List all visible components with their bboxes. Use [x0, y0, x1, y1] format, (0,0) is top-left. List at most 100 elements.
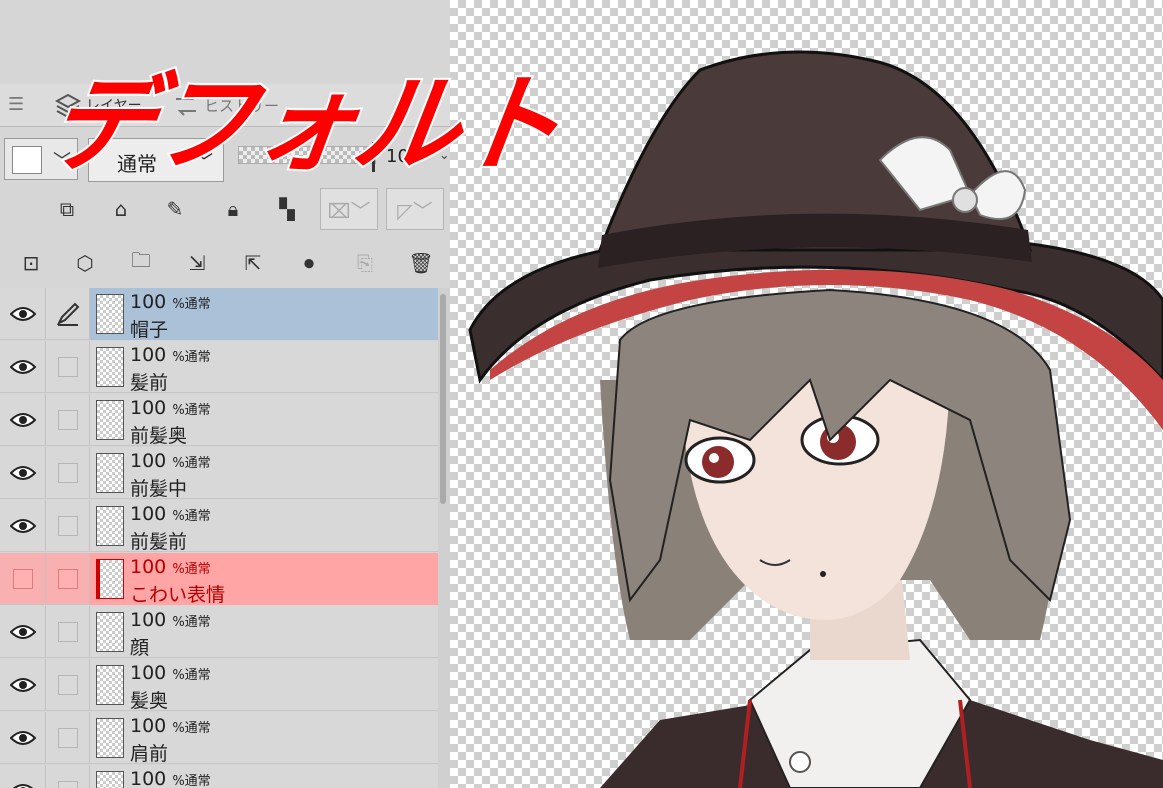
layer-row[interactable]: 100 %通常 [0, 765, 438, 788]
checkbox [57, 516, 78, 536]
layer-info[interactable]: 100 %通常 前髪前 [90, 500, 438, 553]
edit-target-toggle[interactable] [46, 765, 90, 788]
checkbox [57, 728, 78, 748]
edit-target-toggle[interactable] [46, 394, 90, 446]
layer-thumbnail [96, 400, 124, 440]
layer-opacity: 100 [130, 450, 167, 472]
eye-icon [9, 360, 36, 374]
edit-target-toggle[interactable] [46, 553, 90, 605]
layer-row[interactable]: 100 %通常 帽子 [0, 288, 438, 341]
draft-layer-icon[interactable]: ✎ [160, 194, 190, 224]
edit-target-toggle[interactable] [46, 288, 90, 340]
apply-mask-icon[interactable]: ⎘ [350, 248, 380, 278]
transfer-to-lower-layer-icon[interactable]: ⇲ [182, 248, 212, 278]
layer-row[interactable]: 100 %通常 肩前 [0, 712, 438, 765]
layer-opacity: 100 [130, 291, 167, 313]
layer-name: 前髪中 [130, 478, 188, 500]
edit-target-toggle[interactable] [46, 712, 90, 764]
new-vector-layer-icon[interactable]: ⬡ [70, 248, 100, 278]
layer-mode: %通常 [172, 297, 211, 312]
layer-info[interactable]: 100 %通常 前髪中 [90, 447, 438, 500]
layer-opacity: 100 [130, 662, 167, 684]
layer-row[interactable]: 100 %通常 顔 [0, 606, 438, 659]
layer-name: 前髪前 [130, 531, 188, 553]
new-raster-layer-icon[interactable]: ⊡ [16, 248, 46, 278]
layer-row-hidden[interactable]: 100 %通常 こわい表情 [0, 553, 450, 606]
scrollbar-thumb[interactable] [440, 294, 446, 504]
checkbox [57, 781, 78, 788]
layer-opacity: 100 [130, 768, 167, 788]
layer-mask-icon[interactable]: ⏺ [294, 248, 324, 278]
panel-menu-icon[interactable]: ☰ [8, 94, 24, 115]
layer-info[interactable]: 100 %通常 [90, 765, 438, 788]
layer-name: 前髪奥 [130, 425, 188, 447]
layer-mode: %通常 [172, 774, 211, 788]
lock-icon[interactable]: 🔒︎ [218, 194, 248, 224]
new-folder-icon[interactable]: 🗀 [126, 248, 156, 278]
layer-row[interactable]: 100 %通常 前髪中 [0, 447, 438, 500]
ruler-disabled-icon[interactable]: ◸﹀ [386, 188, 444, 230]
overlay-title: デフォルト [38, 61, 569, 188]
layer-row[interactable]: 100 %通常 髪前 [0, 341, 438, 394]
edit-target-toggle[interactable] [46, 341, 90, 393]
eye-icon [12, 784, 33, 788]
visibility-toggle[interactable] [0, 341, 46, 393]
layer-thumbnail [96, 771, 124, 788]
pen-icon [56, 302, 79, 326]
visibility-toggle[interactable] [0, 553, 46, 605]
visibility-toggle[interactable] [0, 712, 46, 764]
lock-transparency-icon[interactable]: ▚ [272, 194, 302, 224]
layer-thumbnail [96, 453, 124, 493]
layer-name: 顔 [130, 637, 150, 659]
delete-layer-icon[interactable]: 🗑︎ [406, 248, 436, 278]
layer-info[interactable]: 100 %通常 顔 [90, 606, 438, 659]
layer-info[interactable]: 100 %通常 髪奥 [90, 659, 438, 712]
visibility-toggle[interactable] [0, 606, 46, 658]
eye-icon [9, 731, 36, 745]
merge-down-icon[interactable]: ⇱ [238, 248, 268, 278]
checkbox [57, 569, 78, 589]
layer-opacity: 100 [130, 344, 167, 366]
layer-list-scrollbar[interactable] [438, 288, 450, 788]
checkbox [57, 410, 78, 430]
layer-mode: %通常 [172, 403, 211, 418]
mask-disabled-icon[interactable]: ⌧﹀ [320, 188, 378, 230]
layer-thumbnail [96, 612, 124, 652]
edit-target-toggle[interactable] [46, 659, 90, 711]
eye-icon [9, 678, 36, 692]
checkbox [57, 463, 78, 483]
layer-row[interactable]: 100 %通常 前髪奥 [0, 394, 438, 447]
layer-opacity: 100 [130, 609, 167, 631]
edit-target-toggle[interactable] [46, 606, 90, 658]
layer-row[interactable]: 100 %通常 髪奥 [0, 659, 438, 712]
layer-color-swatch [12, 146, 42, 174]
visibility-toggle[interactable] [0, 500, 46, 552]
reference-layer-icon[interactable]: ⌂ [106, 194, 136, 224]
layer-thumbnail [96, 665, 124, 705]
layer-info[interactable]: 100 %通常 帽子 [90, 288, 438, 341]
layer-name: 肩前 [130, 743, 169, 765]
layer-mode: %通常 [172, 350, 211, 365]
visibility-toggle[interactable] [0, 394, 46, 446]
layer-list: 100 %通常 帽子 100 %通常 髪前 100 %通常 前髪奥 100 %通… [0, 288, 450, 788]
layer-thumbnail [96, 559, 124, 599]
layer-opacity: 100 [130, 556, 167, 578]
layer-mode: %通常 [172, 456, 211, 471]
layer-info[interactable]: 100 %通常 肩前 [90, 712, 438, 765]
layer-name: 髪前 [130, 372, 169, 394]
layer-info[interactable]: 100 %通常 髪前 [90, 341, 438, 394]
visibility-toggle[interactable] [0, 288, 46, 340]
layer-thumbnail [96, 718, 124, 758]
layer-row[interactable]: 100 %通常 前髪前 [0, 500, 438, 553]
eye-icon [9, 413, 36, 427]
visibility-toggle[interactable] [0, 447, 46, 499]
visibility-toggle[interactable] [0, 659, 46, 711]
clip-to-layer-below-icon[interactable]: ⧉ [52, 194, 82, 224]
layer-mode: %通常 [172, 615, 211, 630]
layer-info[interactable]: 100 %通常 こわい表情 [90, 553, 450, 606]
edit-target-toggle[interactable] [46, 500, 90, 552]
visibility-toggle[interactable] [0, 765, 46, 788]
eye-icon [9, 625, 36, 639]
edit-target-toggle[interactable] [46, 447, 90, 499]
layer-info[interactable]: 100 %通常 前髪奥 [90, 394, 438, 447]
